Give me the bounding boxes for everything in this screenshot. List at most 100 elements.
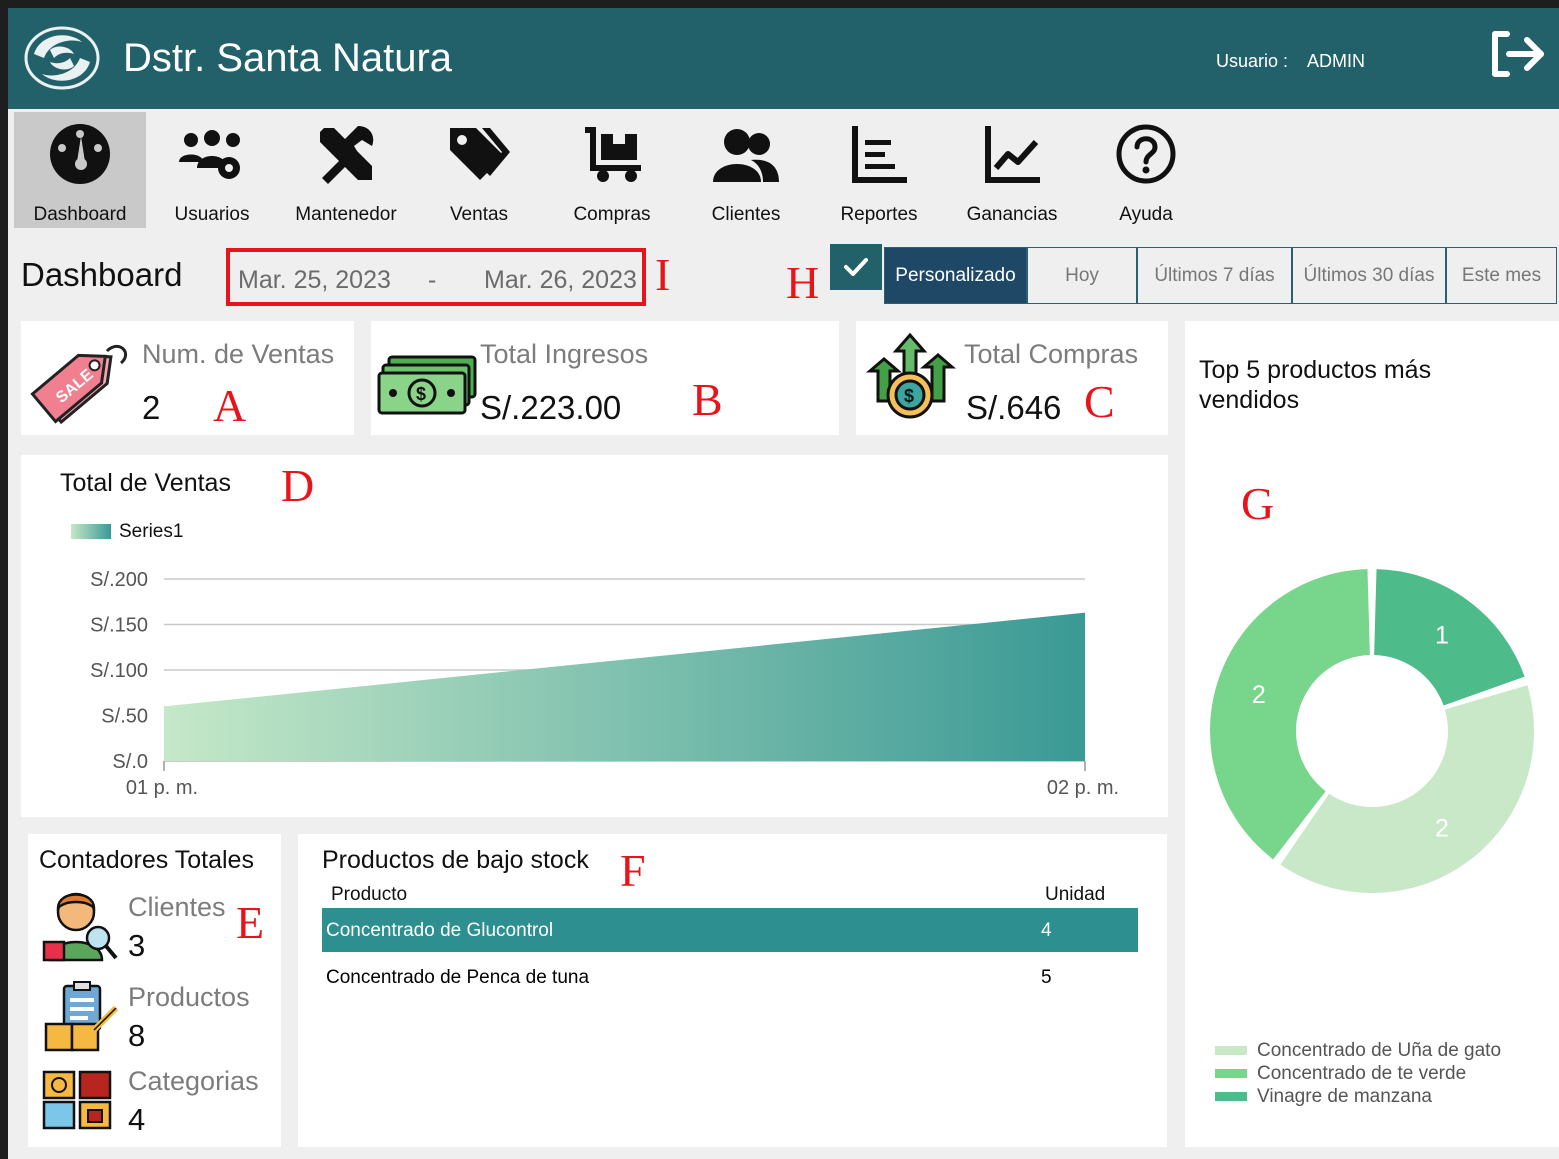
users-settings-icon — [179, 130, 240, 179]
card-title: Num. de Ventas — [142, 339, 335, 369]
user-label: Usuario : — [1216, 51, 1289, 71]
counter-value-clientes: 3 — [128, 928, 146, 963]
date-end[interactable]: Mar. 26, 2023 — [484, 266, 637, 295]
nav-label: Usuarios — [174, 204, 250, 225]
date-separator: - — [428, 266, 437, 294]
card-value: S/.223.00 — [480, 389, 622, 426]
date-range-picker[interactable]: Mar. 25, 2023 - Mar. 26, 2023 — [226, 248, 646, 306]
counter-label-productos: Productos — [128, 982, 250, 1012]
top5-title: Top 5 productos más vendidos — [1199, 355, 1431, 415]
slice-value-label: 2 — [1252, 681, 1266, 709]
card-total-compras: $ Total Compras S/.646 C — [856, 321, 1168, 435]
annotation-letter-h: H — [786, 257, 820, 308]
filter-ultimos-7[interactable]: Últimos 7 días — [1137, 247, 1292, 304]
nav-label: Clientes — [711, 204, 781, 225]
nav-label: Ganancias — [966, 204, 1058, 225]
legend-label: Concentrado de Uña de gato — [1257, 1040, 1502, 1061]
card-value: S/.646 — [966, 389, 1062, 426]
nav-clientes[interactable]: Clientes — [680, 112, 812, 228]
x-tick-label: 02 p. m. — [1047, 777, 1119, 799]
card-total-ingresos: $ Total Ingresos S/.223.00 B — [371, 321, 839, 435]
counters-title: Contadores Totales — [39, 846, 254, 874]
svg-text:$: $ — [904, 386, 914, 406]
nav-label: Compras — [573, 204, 651, 225]
nav-reportes[interactable]: Reportes — [813, 112, 945, 228]
card-title: Total Compras — [964, 339, 1139, 369]
categories-icon — [42, 1070, 112, 1130]
dashboard-gauge-icon — [50, 124, 110, 184]
logo-icon — [24, 26, 100, 90]
annotation-letter-e: E — [236, 897, 265, 948]
nav-compras[interactable]: Compras — [546, 112, 678, 228]
svg-text:$: $ — [416, 384, 426, 404]
table-row[interactable]: Concentrado de Glucontrol 4 — [322, 908, 1138, 952]
user-name: ADMIN — [1307, 51, 1365, 71]
nav-dashboard[interactable]: Dashboard — [14, 112, 146, 228]
filter-ultimos-30[interactable]: Últimos 30 días — [1292, 247, 1446, 304]
filter-este-mes[interactable]: Este mes — [1446, 247, 1557, 304]
date-start[interactable]: Mar. 25, 2023 — [238, 266, 391, 295]
nav-label: Mantenedor — [295, 204, 397, 225]
tools-icon — [320, 126, 374, 184]
nav-label: Reportes — [840, 204, 918, 225]
dolly-cart-icon — [585, 127, 641, 182]
legend-swatch — [1215, 1092, 1247, 1102]
y-tick-label: S/.50 — [101, 706, 148, 728]
annotation-letter-b: B — [692, 374, 723, 425]
money-growth-icon: $ — [865, 332, 956, 419]
nav-label: Dashboard — [33, 204, 127, 225]
filter-personalizado[interactable]: Personalizado — [884, 247, 1027, 304]
chart-area — [164, 612, 1085, 761]
cell-unidad: 4 — [1041, 920, 1052, 941]
y-tick-label: S/.0 — [112, 751, 148, 773]
nav-ganancias[interactable]: Ganancias — [946, 112, 1078, 228]
x-tick-label: 01 p. m. — [126, 777, 198, 799]
chart-x-labels: 01 p. m. 02 p. m. — [126, 761, 1119, 799]
legend-item: Concentrado de te verde — [1215, 1063, 1466, 1085]
legend-swatch — [71, 524, 111, 539]
column-header-producto[interactable]: Producto — [331, 884, 407, 906]
nav-usuarios[interactable]: Usuarios — [146, 112, 278, 228]
slice-value-label: 2 — [1435, 814, 1449, 842]
clients-icon — [713, 129, 779, 182]
app-title: Dstr. Santa Natura — [123, 36, 453, 80]
nav-ventas[interactable]: Ventas — [413, 112, 545, 228]
y-tick-label: S/.200 — [90, 569, 148, 591]
y-tick-label: S/.150 — [90, 615, 148, 637]
help-icon — [1116, 124, 1176, 184]
apply-date-button[interactable] — [830, 244, 882, 290]
main-nav: Dashboard Usuarios Mantenedor Ventas Com… — [8, 112, 1559, 230]
products-icon — [44, 981, 119, 1052]
stock-title: Productos de bajo stock — [322, 846, 589, 874]
card-value: 2 — [142, 389, 161, 426]
header-bar: Dstr. Santa Natura Usuario : ADMIN — [8, 8, 1559, 109]
sales-chart-card: Total de Ventas D Series1 S/.0 S/.50 S/.10… — [21, 455, 1168, 817]
slice-value-label: 1 — [1435, 622, 1449, 650]
legend-item: Vinagre de manzana — [1215, 1086, 1432, 1108]
client-icon — [42, 892, 118, 962]
top5-title-line: Top 5 productos más — [1199, 356, 1432, 384]
nav-label: Ayuda — [1119, 204, 1173, 225]
tags-icon — [450, 128, 510, 180]
check-icon — [844, 258, 868, 276]
y-tick-label: S/.100 — [90, 660, 148, 682]
nav-mantenedor[interactable]: Mantenedor — [280, 112, 412, 228]
legend-swatch — [1215, 1069, 1247, 1079]
donut-slice — [1374, 569, 1525, 706]
logout-icon[interactable] — [1485, 26, 1549, 82]
series-area — [164, 612, 1085, 761]
line-chart-icon — [985, 126, 1040, 183]
card-title: Total Ingresos — [480, 339, 649, 369]
filter-hoy[interactable]: Hoy — [1027, 247, 1137, 304]
table-row[interactable]: Concentrado de Penca de tuna 5 — [322, 955, 1138, 999]
money-icon: $ — [377, 355, 477, 415]
column-header-unidad[interactable]: Unidad — [1045, 884, 1105, 906]
sales-area-chart: Series1 S/.0 S/.50 S/.100 S/.150 S/.200 01 p… — [71, 521, 1119, 799]
cell-unidad: 5 — [1041, 967, 1052, 988]
annotation-letter-g: G — [1241, 478, 1275, 529]
counter-label-categorias: Categorias — [128, 1066, 259, 1096]
legend-series-name: Series1 — [119, 521, 183, 542]
nav-ayuda[interactable]: Ayuda — [1080, 112, 1212, 228]
legend-label: Vinagre de manzana — [1257, 1086, 1432, 1107]
counters-card: Contadores Totales E Clientes 3 Producto… — [28, 834, 281, 1147]
